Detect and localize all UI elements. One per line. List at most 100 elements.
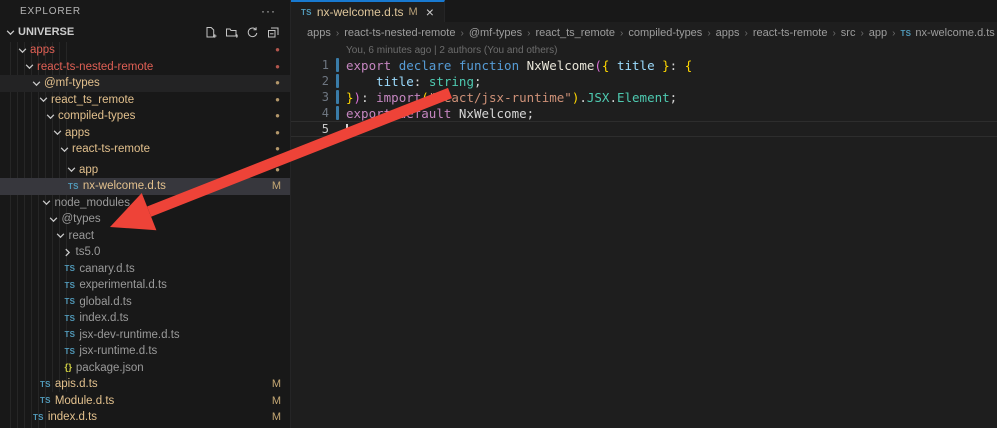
- breadcrumb-separator-icon: ›: [745, 28, 748, 39]
- typescript-file-icon: TS: [65, 314, 76, 323]
- tree-item-label: apps: [30, 44, 55, 56]
- breadcrumb-item-compiled-types[interactable]: compiled-types: [628, 27, 702, 39]
- chevron-right-icon: [63, 248, 73, 257]
- typescript-file-icon: TS: [301, 8, 312, 17]
- collapse-folders-icon[interactable]: [266, 25, 280, 39]
- line-number: 2: [291, 74, 329, 88]
- breadcrumb-item-react-ts-remote[interactable]: react-ts-remote: [753, 27, 828, 39]
- tree-item-@mf-types[interactable]: @mf-types●: [0, 75, 290, 92]
- typescript-file-icon: TS: [40, 396, 51, 405]
- tree-item-apps[interactable]: apps●: [0, 42, 290, 59]
- tree-item-jsx-dev-runtime.d.ts[interactable]: TSjsx-dev-runtime.d.ts: [0, 327, 290, 344]
- line-number: 1: [291, 58, 329, 72]
- breadcrumb-file[interactable]: TSnx-welcome.d.ts: [901, 27, 995, 39]
- tree-item-nx-welcome.d.ts[interactable]: TSnx-welcome.d.tsM: [0, 178, 290, 195]
- tree-item-package.json[interactable]: {}package.json: [0, 360, 290, 377]
- tree-item-label: nx-welcome.d.ts: [83, 180, 166, 192]
- code-line-5: 5: [291, 121, 997, 137]
- code-text: export default NxWelcome;: [346, 106, 534, 121]
- tree-item-jsx-runtime.d.ts[interactable]: TSjsx-runtime.d.ts: [0, 343, 290, 360]
- tree-item-Module.d.ts[interactable]: TS Module.d.ts M: [0, 393, 290, 410]
- tree-item-app[interactable]: app ●: [0, 162, 290, 179]
- refresh-explorer-icon[interactable]: [245, 25, 259, 39]
- tree-item-apis.d.ts[interactable]: TS apis.d.ts M: [0, 376, 290, 393]
- tree-item-label: Module.d.ts: [55, 395, 114, 407]
- explorer-more-icon[interactable]: ···: [261, 4, 276, 18]
- chevron-down-icon: [17, 46, 27, 55]
- chevron-down-icon: [38, 95, 48, 104]
- tree-item-react-ts-remote[interactable]: react-ts-remote●: [0, 141, 290, 158]
- code-line-3: 3}): import("react/jsx-runtime").JSX.Ele…: [291, 89, 997, 105]
- tree-item-index.d.ts[interactable]: TSindex.d.ts: [0, 310, 290, 327]
- breadcrumb-separator-icon: ›: [460, 28, 463, 39]
- tree-item-node_modules[interactable]: node_modules: [0, 195, 290, 212]
- typescript-file-icon: TS: [901, 29, 912, 38]
- tree-item-react-ts-nested-remote[interactable]: react-ts-nested-remote●: [0, 59, 290, 76]
- breadcrumb-item-apps[interactable]: apps: [307, 27, 331, 39]
- typescript-file-icon: TS: [65, 347, 76, 356]
- tree-item-label: experimental.d.ts: [79, 279, 167, 291]
- typescript-file-icon: TS: [68, 182, 79, 191]
- new-folder-icon[interactable]: [224, 25, 238, 39]
- tree-item-label: jsx-dev-runtime.d.ts: [79, 329, 179, 341]
- tree-item-label: global.d.ts: [79, 296, 131, 308]
- tree-item-ts5.0[interactable]: ts5.0: [0, 244, 290, 261]
- breadcrumb-item-app[interactable]: app: [869, 27, 887, 39]
- breadcrumb-item-apps[interactable]: apps: [716, 27, 740, 39]
- new-file-icon[interactable]: [203, 25, 217, 39]
- explorer-titlebar: EXPLORER ···: [0, 0, 290, 22]
- chevron-down-icon: [24, 62, 34, 71]
- tab-modified-badge: M: [409, 6, 418, 18]
- explorer-sidebar: EXPLORER ··· UNIVERSE apps●react-ts-nest…: [0, 0, 291, 428]
- breadcrumb-item-react_ts_remote[interactable]: react_ts_remote: [536, 27, 615, 39]
- explorer-actions: [203, 25, 280, 39]
- git-modified-badge: M: [272, 395, 281, 407]
- json-file-icon: {}: [65, 362, 72, 373]
- line-number: 3: [291, 90, 329, 104]
- breadcrumb-item-@mf-types[interactable]: @mf-types: [469, 27, 522, 39]
- chevron-down-icon: [45, 112, 55, 121]
- tree-item-canary.d.ts[interactable]: TScanary.d.ts: [0, 261, 290, 278]
- tree-item-global.d.ts[interactable]: TSglobal.d.ts: [0, 294, 290, 311]
- tree-item-react_ts_remote[interactable]: react_ts_remote●: [0, 92, 290, 109]
- chevron-down-icon: [56, 231, 66, 240]
- breadcrumb-item-src[interactable]: src: [841, 27, 856, 39]
- tree-item-label: index.d.ts: [48, 411, 97, 423]
- git-status-dot: ●: [275, 79, 280, 87]
- chevron-down-icon: [59, 145, 69, 154]
- chevron-down-icon: [42, 198, 52, 207]
- close-icon[interactable]: ×: [426, 6, 434, 18]
- editor-group[interactable]: TS nx-welcome.d.ts M × apps › react-ts-nes…: [291, 0, 997, 428]
- tree-item-react[interactable]: react: [0, 228, 290, 245]
- tree-item-label: react-ts-nested-remote: [37, 61, 153, 73]
- breadcrumb-separator-icon: ›: [832, 28, 835, 39]
- text-cursor: [346, 124, 348, 137]
- git-modified-badge: M: [272, 378, 281, 390]
- explorer-title: EXPLORER: [0, 6, 81, 17]
- tree-item-label: react: [69, 230, 95, 242]
- tree-item-apps[interactable]: apps●: [0, 125, 290, 142]
- tab-nx-welcome[interactable]: TS nx-welcome.d.ts M ×: [291, 0, 445, 22]
- git-status-dot: ●: [275, 145, 280, 153]
- git-gutter-modified-bar: [336, 90, 339, 104]
- tree-item-label: apps: [65, 127, 90, 139]
- chevron-down-icon: [49, 215, 59, 224]
- tree-item-experimental.d.ts[interactable]: TSexperimental.d.ts: [0, 277, 290, 294]
- workspace-header[interactable]: UNIVERSE: [0, 22, 290, 42]
- file-tree: apps●react-ts-nested-remote●@mf-types●re…: [0, 42, 290, 428]
- typescript-file-icon: TS: [40, 380, 51, 389]
- breadcrumb-item-react-ts-nested-remote[interactable]: react-ts-nested-remote: [344, 27, 455, 39]
- tree-item-compiled-types[interactable]: compiled-types●: [0, 108, 290, 125]
- typescript-file-icon: TS: [65, 264, 76, 273]
- code-area[interactable]: You, 6 minutes ago | 2 authors (You and …: [291, 44, 997, 137]
- breadcrumb-file-label: nx-welcome.d.ts: [915, 27, 994, 39]
- breadcrumb: apps › react-ts-nested-remote › @mf-types › re…: [291, 22, 997, 44]
- chevron-down-icon: [31, 79, 41, 88]
- tree-item-label: apis.d.ts: [55, 378, 98, 390]
- git-status-dot: ●: [275, 166, 280, 174]
- breadcrumb-separator-icon: ›: [620, 28, 623, 39]
- typescript-file-icon: TS: [65, 297, 76, 306]
- tree-item-@types[interactable]: @types: [0, 211, 290, 228]
- tree-item-label: app: [79, 164, 98, 176]
- tree-item-index.d.ts[interactable]: TSindex.d.tsM: [0, 409, 290, 426]
